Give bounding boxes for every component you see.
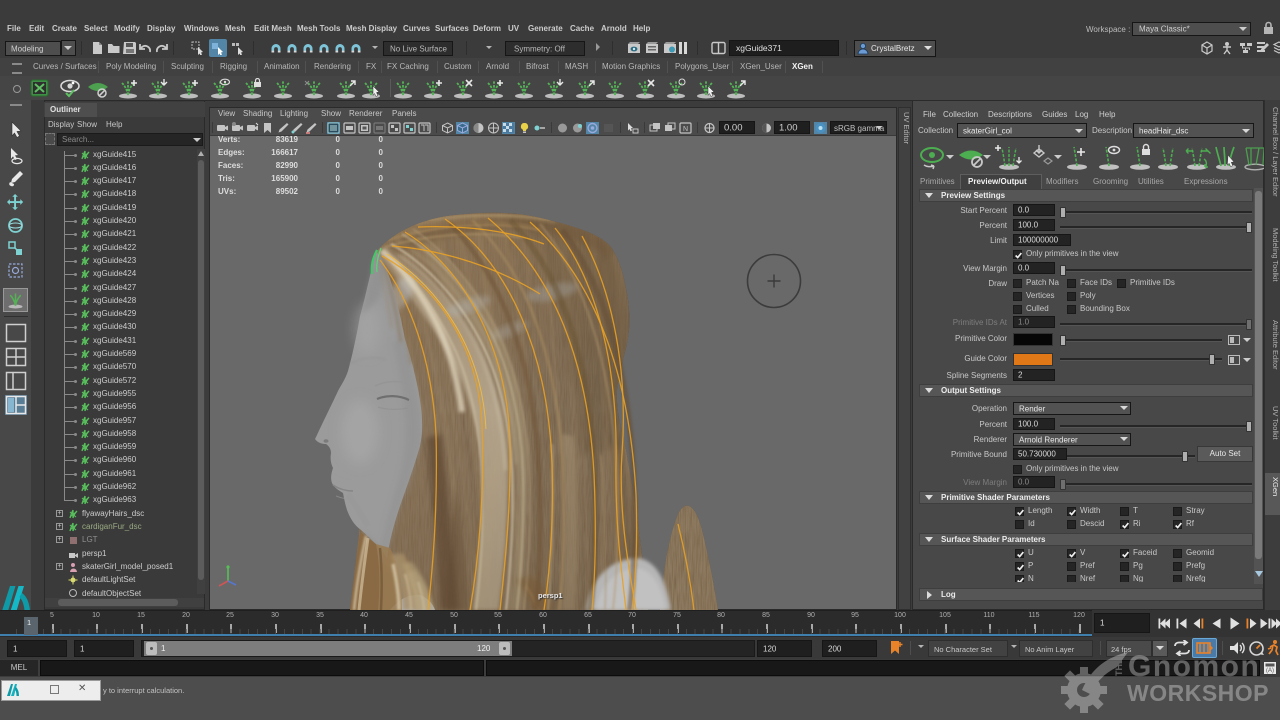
svg-text:THE: THE bbox=[1114, 658, 1124, 676]
svg-text:Gnomon: Gnomon bbox=[1128, 650, 1260, 683]
svg-text:N: N bbox=[683, 126, 688, 133]
svg-text:WORKSHOP: WORKSHOP bbox=[1127, 680, 1269, 706]
